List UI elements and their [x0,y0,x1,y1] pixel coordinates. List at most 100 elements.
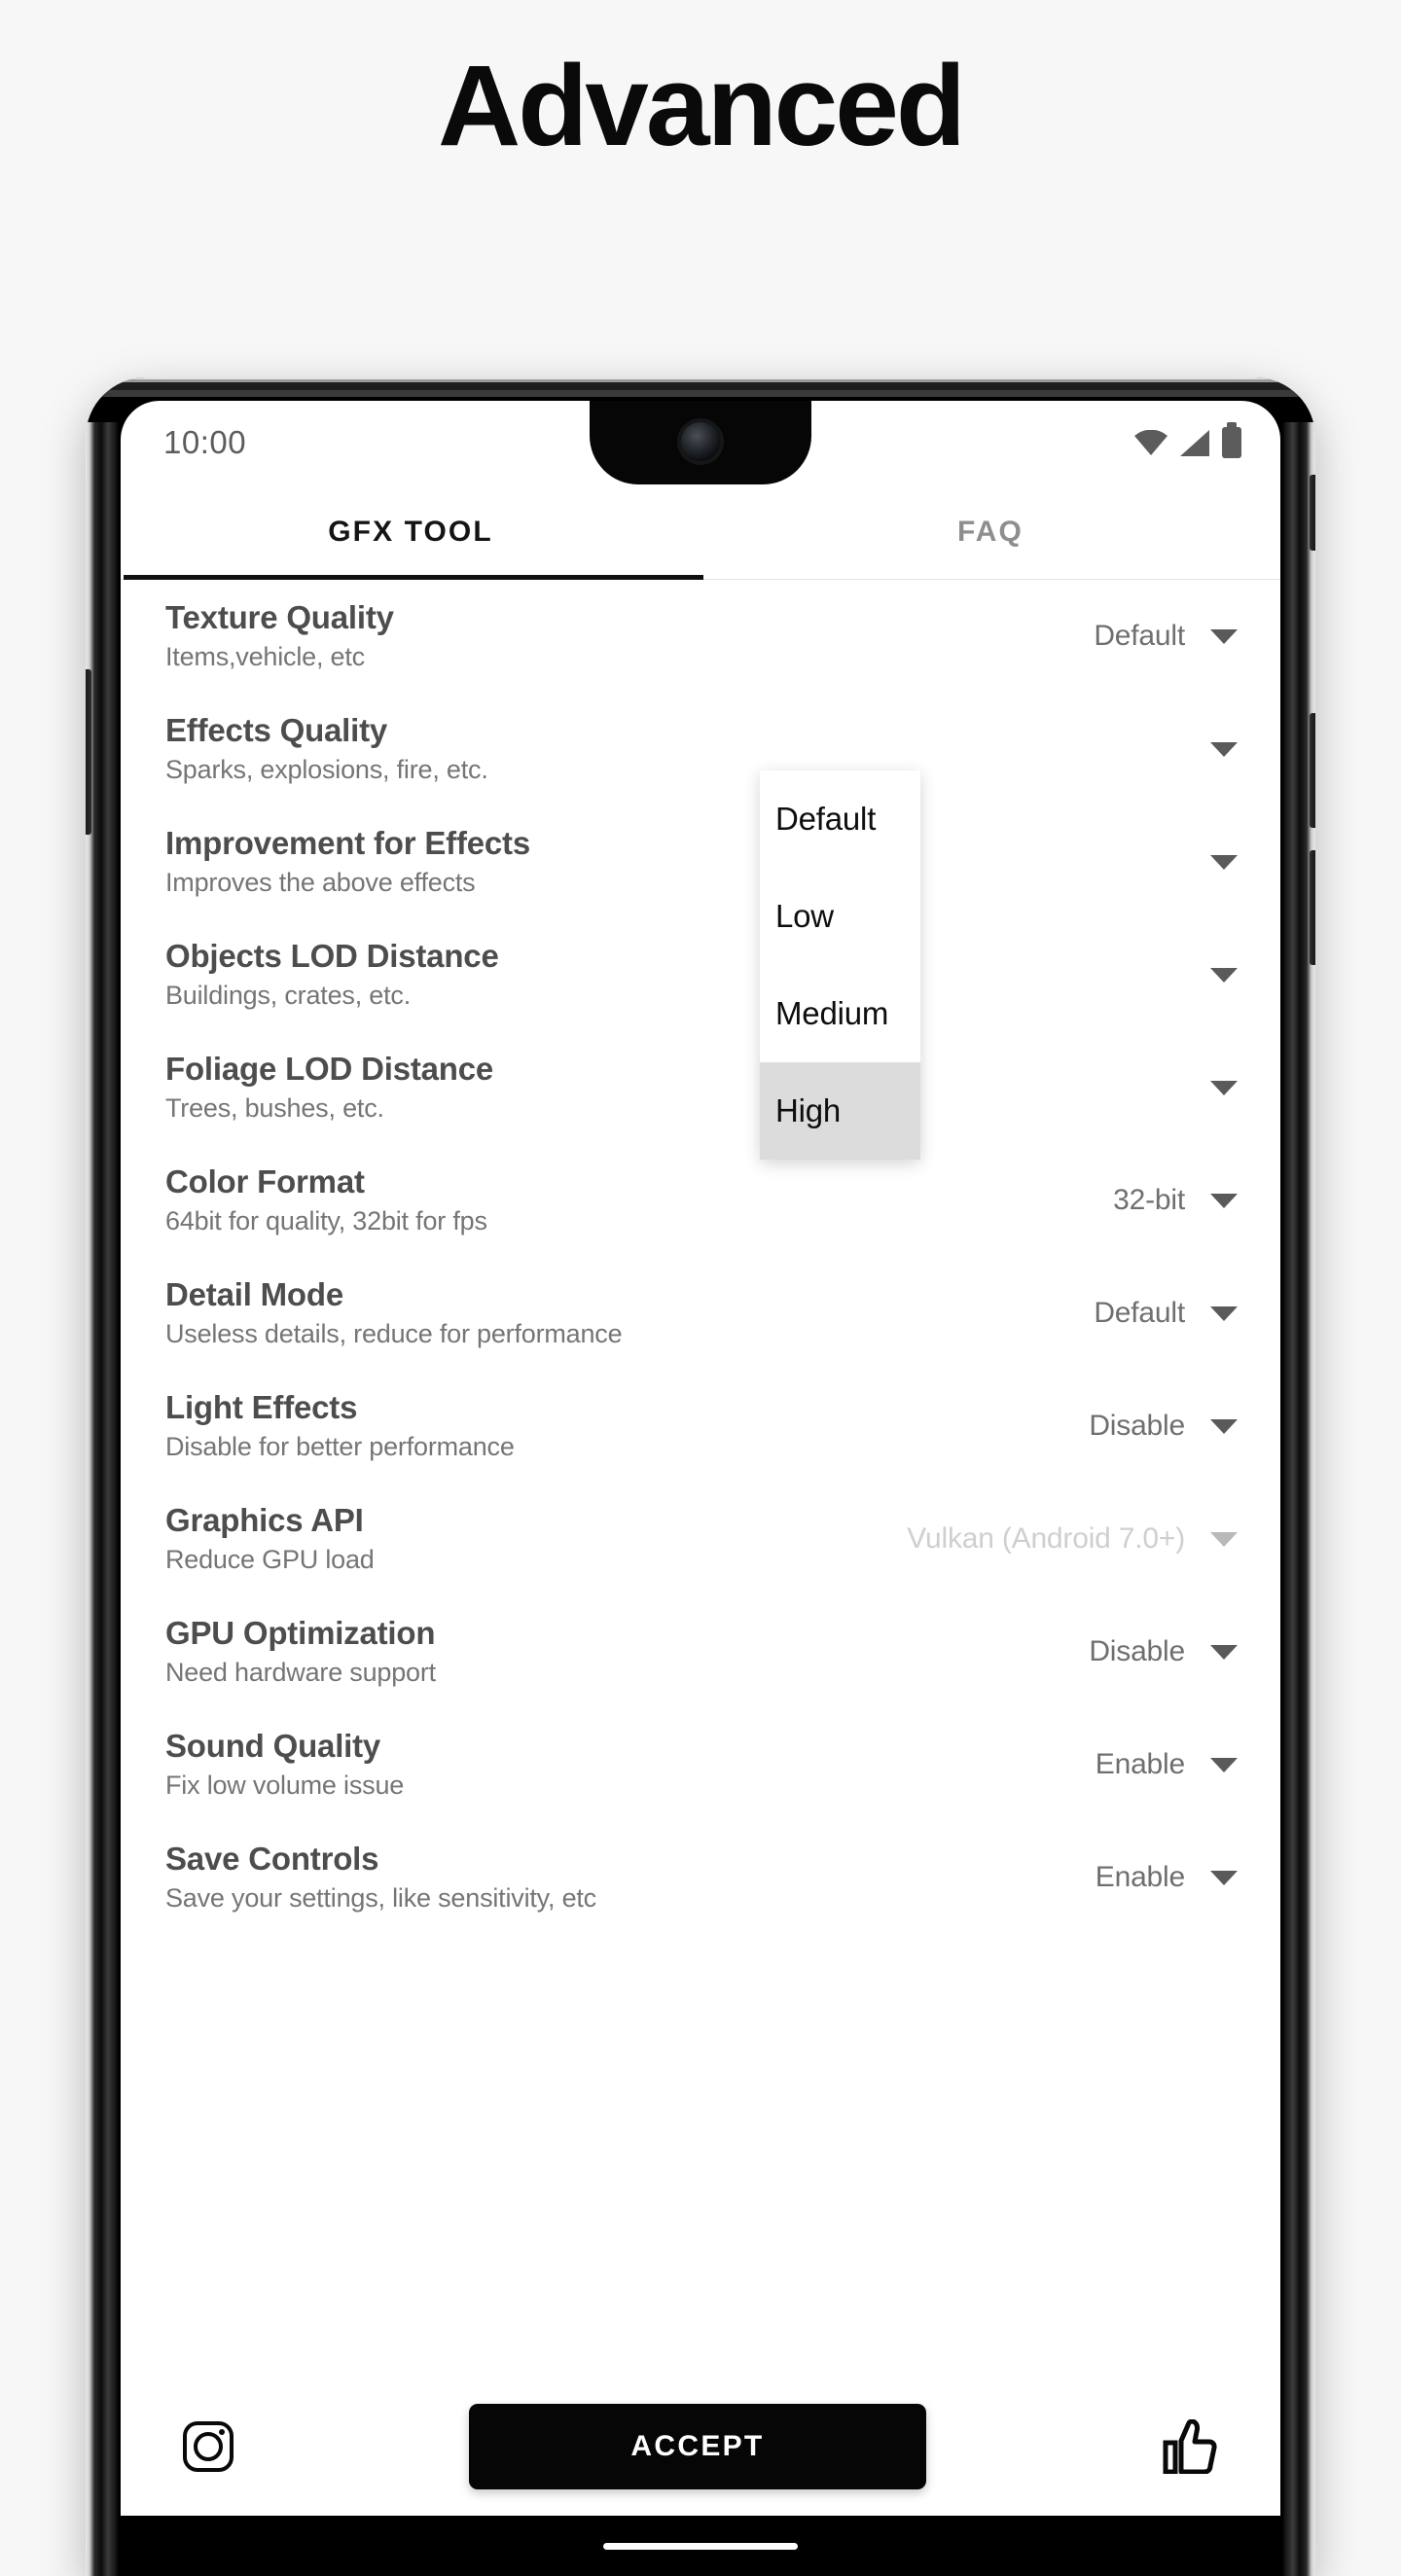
setting-title: Objects LOD Distance [165,937,499,974]
phone-volume-down-button [1310,850,1315,965]
setting-subtitle: Sparks, explosions, fire, etc. [165,754,488,784]
row-text: Detail Mode Useless details, reduce for … [165,1276,1078,1351]
setting-subtitle: Need hardware support [165,1657,436,1687]
chevron-down-icon [1210,1080,1238,1095]
setting-subtitle: Disable for better performance [165,1431,515,1461]
accept-button[interactable]: ACCEPT [469,2404,926,2489]
setting-subtitle: Improves the above effects [165,867,476,897]
setting-dropdown[interactable]: 32-bit [1097,1184,1238,1217]
setting-title: Save Controls [165,1840,379,1877]
chevron-down-icon [1210,1418,1238,1434]
setting-row-light-effects[interactable]: Light Effects Disable for better perform… [121,1370,1280,1483]
row-text: Foliage LOD Distance Trees, bushes, etc. [165,1051,1169,1126]
setting-title: Graphics API [165,1501,364,1538]
setting-row-effects-quality[interactable]: Effects Quality Sparks, explosions, fire… [121,693,1280,805]
setting-value: Enable [1095,1748,1185,1780]
setting-title: Sound Quality [165,1727,381,1764]
setting-dropdown[interactable]: Disable [1073,1410,1238,1443]
wifi-icon [1134,430,1168,455]
setting-value: Vulkan (Android 7.0+) [907,1522,1185,1555]
bottom-action-bar: ACCEPT [121,2378,1280,2516]
tab-bar: GFX TOOL FAQ [121,484,1280,580]
chevron-down-icon [1210,741,1238,757]
tab-gfx-tool[interactable]: GFX TOOL [121,484,700,579]
row-text: Color Format 64bit for quality, 32bit fo… [165,1163,1097,1238]
dropdown-option-high[interactable]: High [760,1062,920,1160]
phone-volume-button [86,669,91,835]
row-text: Texture Quality Items,vehicle, etc [165,599,1078,674]
setting-row-improvement-for-effects[interactable]: Improvement for Effects Improves the abo… [121,805,1280,918]
chevron-down-icon [1210,628,1238,644]
phone-power-button [1310,475,1315,551]
setting-dropdown[interactable]: Enable [1080,1748,1238,1781]
setting-dropdown[interactable]: Enable [1080,1861,1238,1894]
row-text: Effects Quality Sparks, explosions, fire… [165,712,1169,787]
setting-dropdown[interactable]: Default [1078,620,1238,653]
tab-faq[interactable]: FAQ [700,484,1280,579]
dropdown-option-default[interactable]: Default [760,770,920,868]
thumbs-up-icon[interactable] [1162,2419,1218,2474]
setting-dropdown[interactable] [1169,854,1238,870]
setting-row-texture-quality[interactable]: Texture Quality Items,vehicle, etc Defau… [121,580,1280,693]
setting-value: Enable [1095,1861,1185,1893]
settings-list: Texture Quality Items,vehicle, etc Defau… [121,580,1280,1934]
row-text: Graphics API Reduce GPU load [165,1502,891,1577]
status-time: 10:00 [163,424,247,460]
setting-title: Texture Quality [165,598,394,635]
setting-row-color-format[interactable]: Color Format 64bit for quality, 32bit fo… [121,1144,1280,1257]
setting-title: Effects Quality [165,711,388,748]
setting-title: Improvement for Effects [165,824,530,861]
phone-screen: 10:00 GFX TOOL FAQ Texture Quality Items… [121,401,1280,2576]
phone-frame: 10:00 GFX TOOL FAQ Texture Quality Items… [86,377,1315,2576]
chevron-down-icon [1210,1644,1238,1660]
setting-subtitle: Useless details, reduce for performance [165,1318,623,1348]
setting-value: Default [1094,620,1185,652]
setting-subtitle: 64bit for quality, 32bit for fps [165,1205,487,1235]
dropdown-menu[interactable]: Default Low Medium High [760,770,920,1160]
row-text: Light Effects Disable for better perform… [165,1389,1073,1464]
dropdown-option-low[interactable]: Low [760,868,920,965]
setting-subtitle: Items,vehicle, etc [165,641,365,671]
setting-row-graphics-api[interactable]: Graphics API Reduce GPU load Vulkan (And… [121,1483,1280,1595]
chevron-down-icon [1210,854,1238,870]
setting-subtitle: Save your settings, like sensitivity, et… [165,1882,596,1913]
chevron-down-icon [1210,1193,1238,1208]
setting-row-gpu-optimization[interactable]: GPU Optimization Need hardware support D… [121,1595,1280,1708]
chevron-down-icon [1210,1306,1238,1321]
row-text: Objects LOD Distance Buildings, crates, … [165,938,1169,1013]
row-text: Improvement for Effects Improves the abo… [165,825,1169,900]
row-text: Save Controls Save your settings, like s… [165,1841,1080,1915]
setting-row-foliage-lod-distance[interactable]: Foliage LOD Distance Trees, bushes, etc. [121,1031,1280,1144]
status-icons [1134,427,1241,458]
chevron-down-icon [1210,1757,1238,1772]
setting-title: Foliage LOD Distance [165,1050,494,1087]
setting-title: GPU Optimization [165,1614,436,1651]
setting-dropdown[interactable] [1169,741,1238,757]
setting-row-objects-lod-distance[interactable]: Objects LOD Distance Buildings, crates, … [121,918,1280,1031]
setting-title: Detail Mode [165,1275,343,1312]
setting-dropdown[interactable]: Vulkan (Android 7.0+) [891,1522,1238,1556]
setting-subtitle: Trees, bushes, etc. [165,1092,384,1123]
status-bar: 10:00 [121,401,1280,484]
setting-value: Default [1094,1297,1185,1329]
chevron-down-icon [1210,967,1238,983]
setting-row-save-controls[interactable]: Save Controls Save your settings, like s… [121,1821,1280,1934]
dropdown-option-medium[interactable]: Medium [760,965,920,1062]
instagram-icon[interactable] [183,2421,234,2472]
setting-title: Color Format [165,1163,365,1199]
home-gesture-pill[interactable] [603,2542,798,2550]
setting-subtitle: Buildings, crates, etc. [165,980,412,1010]
setting-dropdown[interactable] [1169,1080,1238,1095]
setting-dropdown[interactable]: Disable [1073,1635,1238,1668]
setting-value: 32-bit [1113,1184,1185,1216]
setting-dropdown[interactable] [1169,967,1238,983]
setting-value: Disable [1089,1410,1185,1442]
cellular-signal-icon [1180,429,1209,456]
setting-row-sound-quality[interactable]: Sound Quality Fix low volume issue Enabl… [121,1708,1280,1821]
phone-volume-up-button [1310,713,1315,828]
battery-icon [1222,427,1241,458]
setting-dropdown[interactable]: Default [1078,1297,1238,1330]
setting-row-detail-mode[interactable]: Detail Mode Useless details, reduce for … [121,1257,1280,1370]
row-text: GPU Optimization Need hardware support [165,1615,1073,1690]
chevron-down-icon [1210,1531,1238,1547]
